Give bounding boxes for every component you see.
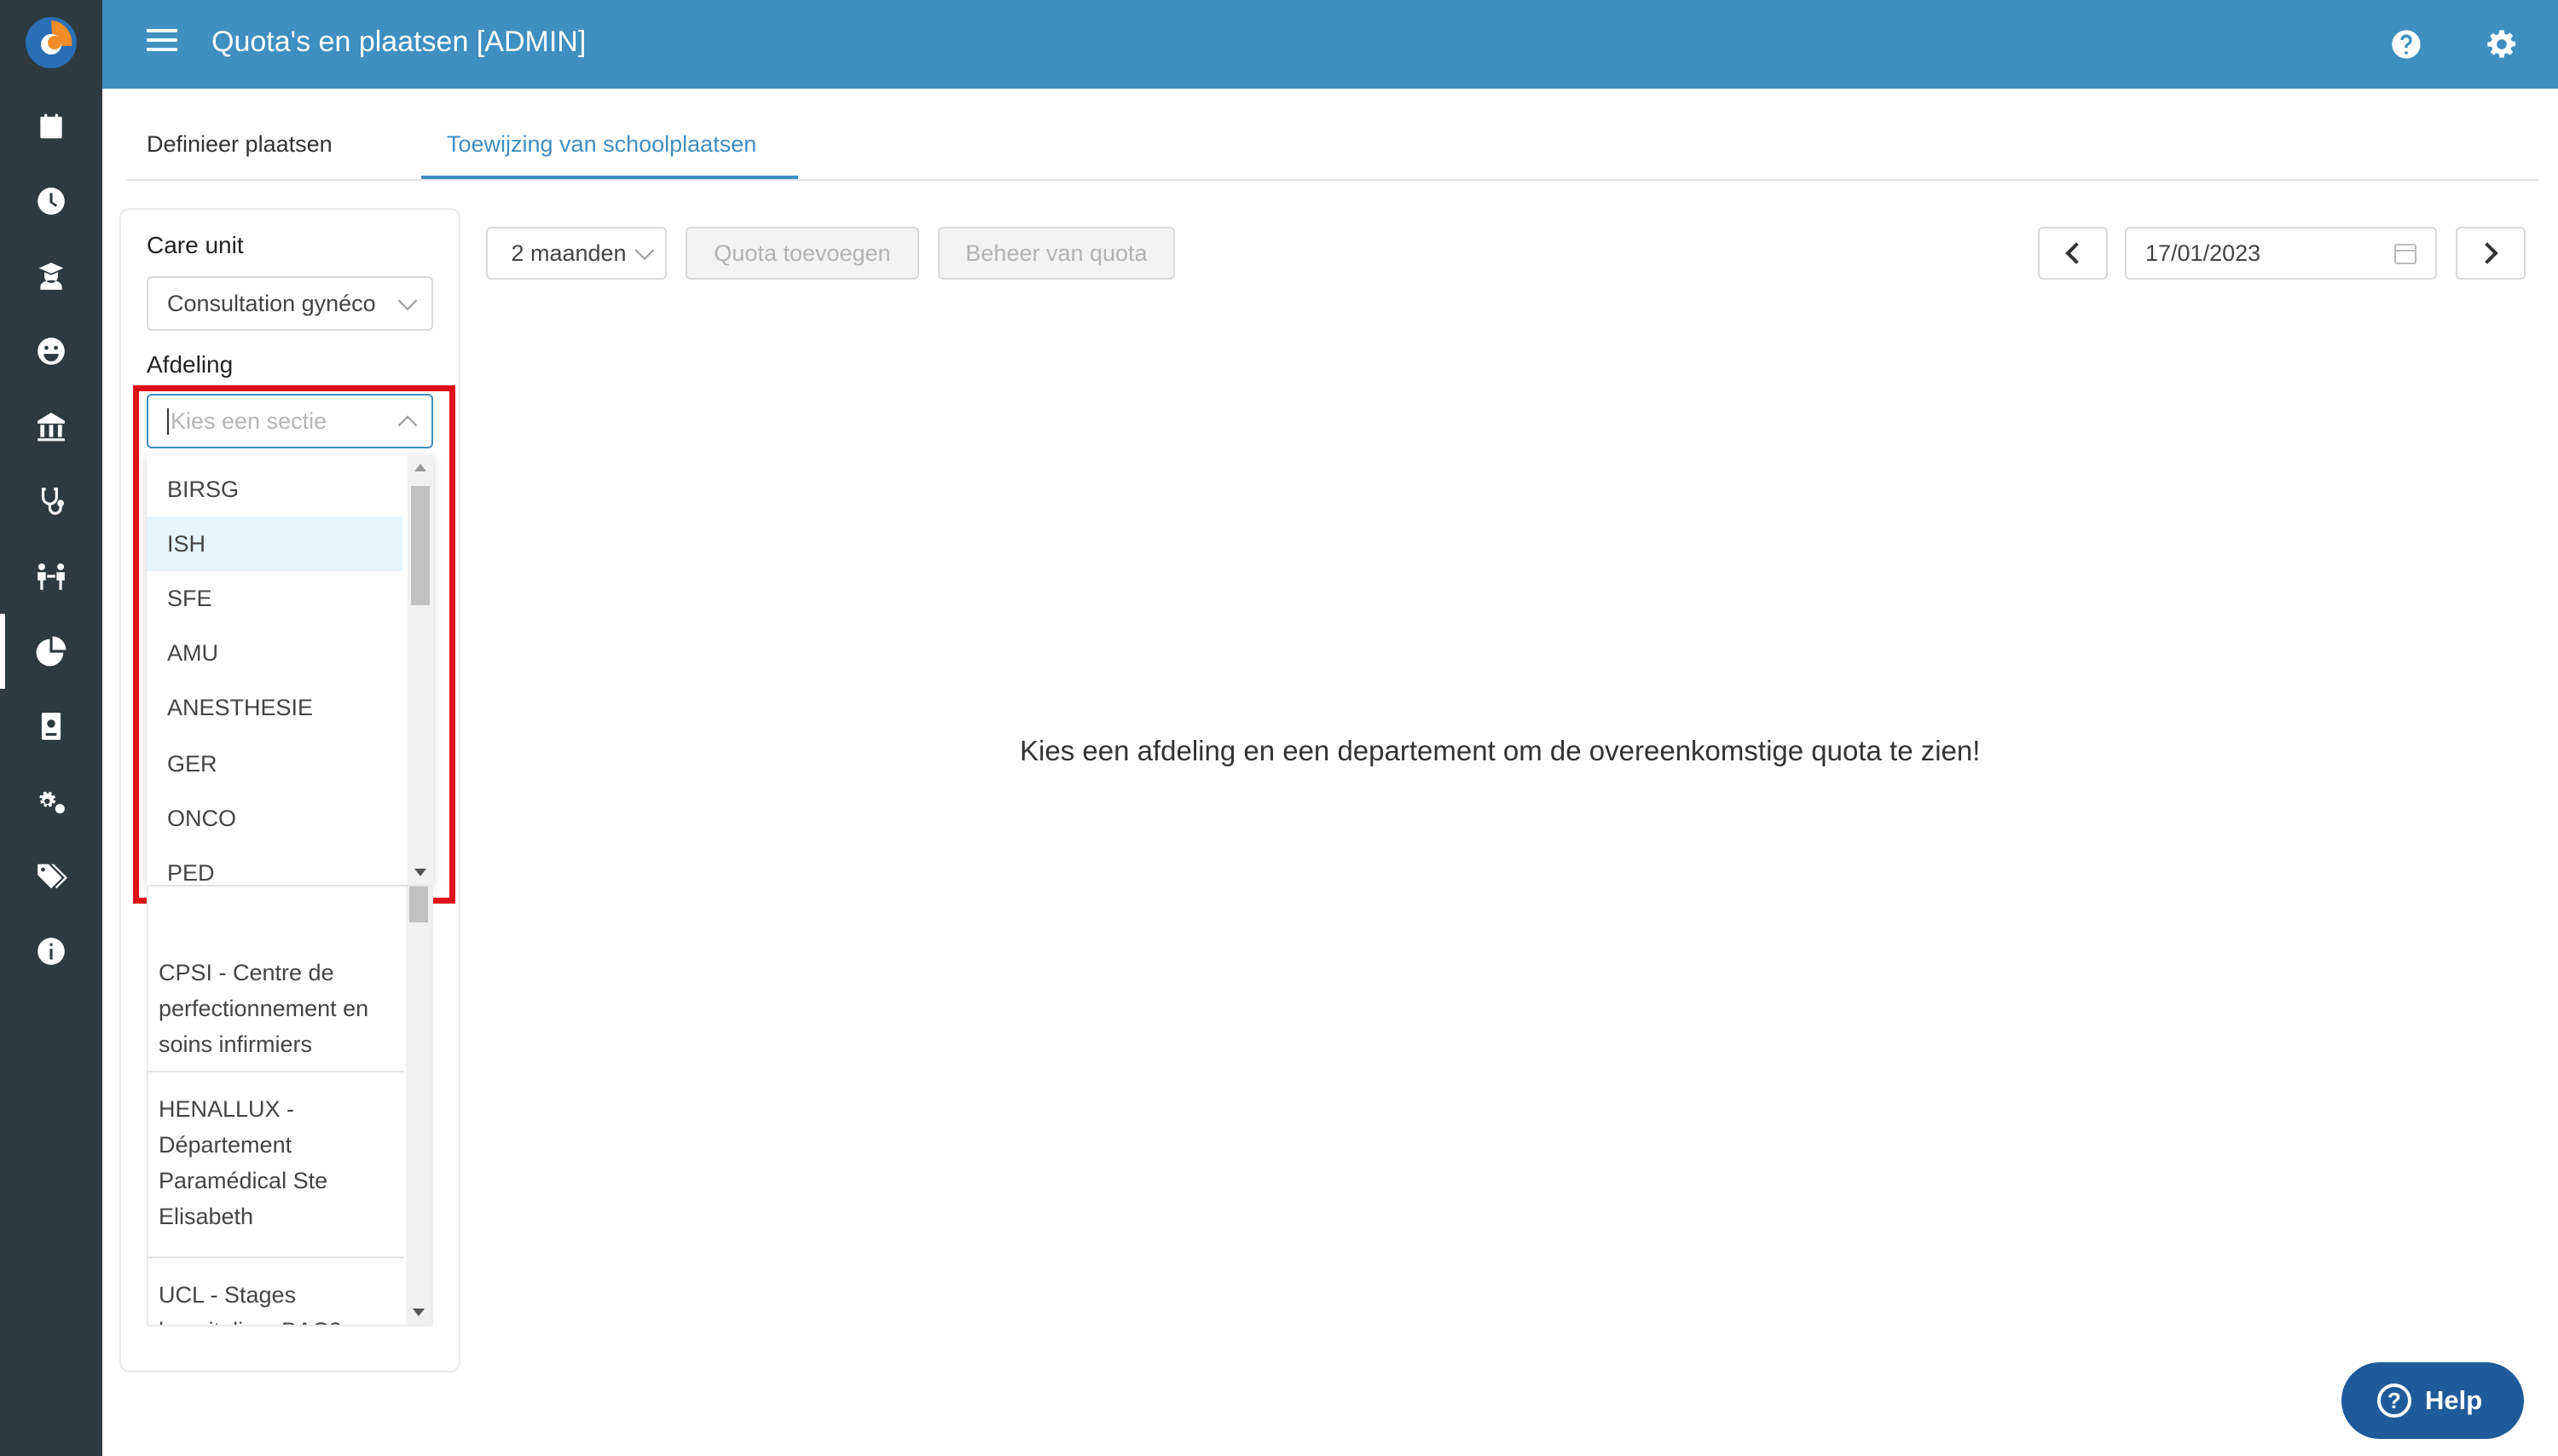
chevron-down-icon (397, 291, 418, 311)
chevron-left-icon (2065, 242, 2087, 264)
nav-clock[interactable] (0, 164, 102, 239)
period-value: 2 maanden (511, 240, 627, 266)
list-item[interactable]: CPSI - Centre de perfectionnement en soi… (148, 921, 404, 1072)
nav-calendar[interactable] (0, 89, 102, 164)
care-unit-select[interactable]: Consultation gynéco (147, 276, 433, 331)
clock-icon (38, 188, 65, 215)
hospital-icon (38, 413, 65, 442)
nav-settings[interactable] (0, 764, 102, 839)
period-select[interactable]: 2 maanden (486, 227, 667, 280)
graduate-icon (38, 263, 64, 290)
menu-icon[interactable] (147, 29, 177, 60)
page-title: Quota's en plaatsen [ADMIN] (211, 26, 587, 58)
chevron-right-icon (2476, 242, 2498, 264)
date-picker[interactable]: 17/01/2023 (2125, 227, 2437, 280)
gears-icon (39, 791, 65, 814)
nav-info[interactable] (0, 914, 102, 989)
care-unit-value: Consultation gynéco (167, 290, 376, 316)
sidebar (0, 0, 102, 1456)
add-quota-button[interactable]: Quota toevoegen (686, 227, 919, 280)
chevron-down-icon (634, 240, 655, 261)
nav-medical[interactable] (0, 464, 102, 539)
app-logo[interactable] (24, 15, 78, 70)
tab-toewijzing[interactable]: Toewijzing van schoolplaatsen (421, 131, 798, 179)
school-list-scrollbar[interactable] (406, 887, 431, 1325)
settings-gear-icon[interactable] (2485, 27, 2519, 61)
help-button[interactable]: ? Help (2341, 1362, 2524, 1439)
help-question-icon[interactable] (2389, 27, 2423, 61)
nav-quota[interactable] (0, 614, 102, 689)
empty-state-message: Kies een afdeling en een departement om … (1020, 735, 1981, 766)
calendar-icon[interactable] (2394, 244, 2416, 264)
id-badge-icon (41, 713, 61, 740)
top-bar: Quota's en plaatsen [ADMIN] (102, 0, 2558, 89)
info-icon (38, 938, 65, 965)
tab-bar: Definieer plaatsen Toewijzing van school… (126, 119, 2539, 181)
school-list: CPSI - Centre de perfectionnement en soi… (147, 887, 433, 1326)
school-list-scroll-thumb[interactable] (409, 887, 428, 922)
question-icon: ? (2377, 1384, 2411, 1418)
help-label: Help (2425, 1385, 2483, 1415)
nav-institutions[interactable] (0, 389, 102, 464)
nav-assignments[interactable] (0, 539, 102, 614)
care-unit-label: Care unit (147, 232, 244, 258)
highlight-box (133, 385, 455, 904)
nav-students[interactable] (0, 239, 102, 314)
scroll-down-icon[interactable] (413, 1309, 425, 1316)
manage-quota-button[interactable]: Beheer van quota (938, 227, 1175, 280)
people-icon (38, 563, 65, 590)
afdeling-label: Afdeling (147, 351, 234, 378)
prev-date-button[interactable] (2038, 227, 2108, 280)
tags-icon (38, 864, 67, 889)
next-date-button[interactable] (2456, 227, 2526, 280)
stethoscope-icon (41, 488, 65, 515)
list-item[interactable]: UCL - Stages hospitaliers BAC2 (148, 1258, 404, 1325)
nav-patients[interactable] (0, 314, 102, 389)
nav-badge[interactable] (0, 689, 102, 764)
pie-chart-icon (36, 636, 67, 667)
tab-definieer-plaatsen[interactable]: Definieer plaatsen (147, 131, 333, 179)
nav-tags[interactable] (0, 839, 102, 914)
smiley-icon (38, 338, 65, 365)
date-value: 17/01/2023 (2145, 240, 2261, 266)
calendar-icon (40, 113, 62, 139)
list-item[interactable]: HENALLUX - Département Paramédical Ste E… (148, 1072, 404, 1258)
